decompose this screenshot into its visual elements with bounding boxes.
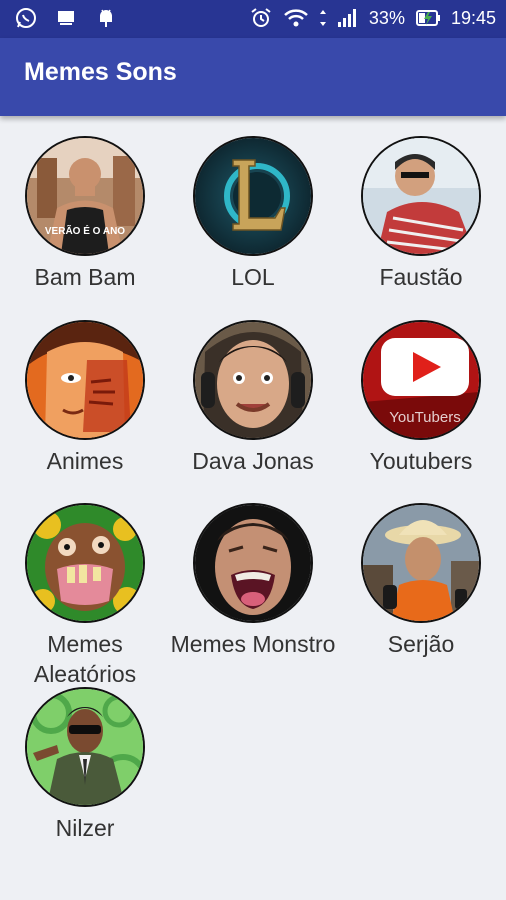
category-avatar-nilzer [25,687,145,807]
category-avatar-memes-monstro [193,503,313,623]
clock: 19:45 [450,7,496,28]
category-tile-animes[interactable]: Animes [1,320,169,476]
category-tile-bam-bam[interactable]: VERÃO É O ANO Bam Bam [1,136,169,292]
wifi-icon [283,6,309,30]
category-tile-lol[interactable]: LOL [169,136,337,292]
category-avatar-dava-jonas [193,320,313,440]
android-debug-icon [94,6,118,30]
category-label: Animes [46,448,124,474]
whatsapp-icon [14,6,38,30]
category-avatar-faustao [361,136,481,256]
tile-caption-bam-bam: VERÃO É O ANO [45,224,125,237]
app-bar: Memes Sons [0,38,506,116]
category-label: Memes Aleatórios [33,631,137,687]
category-avatar-bam-bam: VERÃO É O ANO [25,136,145,256]
category-tile-youtubers[interactable]: YouTubers Youtubers [337,320,505,476]
cast-icon [54,6,78,30]
category-avatar-lol [193,136,313,256]
category-label: Faustão [379,264,463,290]
category-tile-nilzer[interactable]: Nilzer [1,687,169,843]
category-label: Bam Bam [34,264,136,290]
category-label: Serjão [387,631,455,657]
category-tile-memes-aleatorios[interactable]: Memes Aleatórios [1,503,169,689]
category-avatar-serjao [361,503,481,623]
data-arrows-icon [319,6,327,30]
category-avatar-memes-aleatorios [25,503,145,623]
category-tile-faustao[interactable]: Faustão [337,136,505,292]
category-label: LOL [231,264,275,290]
page-title: Memes Sons [24,58,177,86]
status-bar: 33% 19:45 [0,0,506,38]
category-tile-memes-monstro[interactable]: Memes Monstro [169,503,337,659]
category-avatar-youtubers: YouTubers [361,320,481,440]
category-tile-serjao[interactable]: Serjão [337,503,505,659]
battery-percent: 33% [368,7,405,28]
battery-charging-icon [415,6,441,30]
category-avatar-animes [25,320,145,440]
category-label: Memes Monstro [170,631,336,657]
signal-icon [337,6,359,30]
category-label: Nilzer [55,815,115,841]
alarm-icon [249,6,273,30]
category-label: Dava Jonas [192,448,314,474]
category-tile-dava-jonas[interactable]: Dava Jonas [169,320,337,476]
category-label: Youtubers [369,448,473,474]
tile-caption-youtubers: YouTubers [389,409,460,426]
